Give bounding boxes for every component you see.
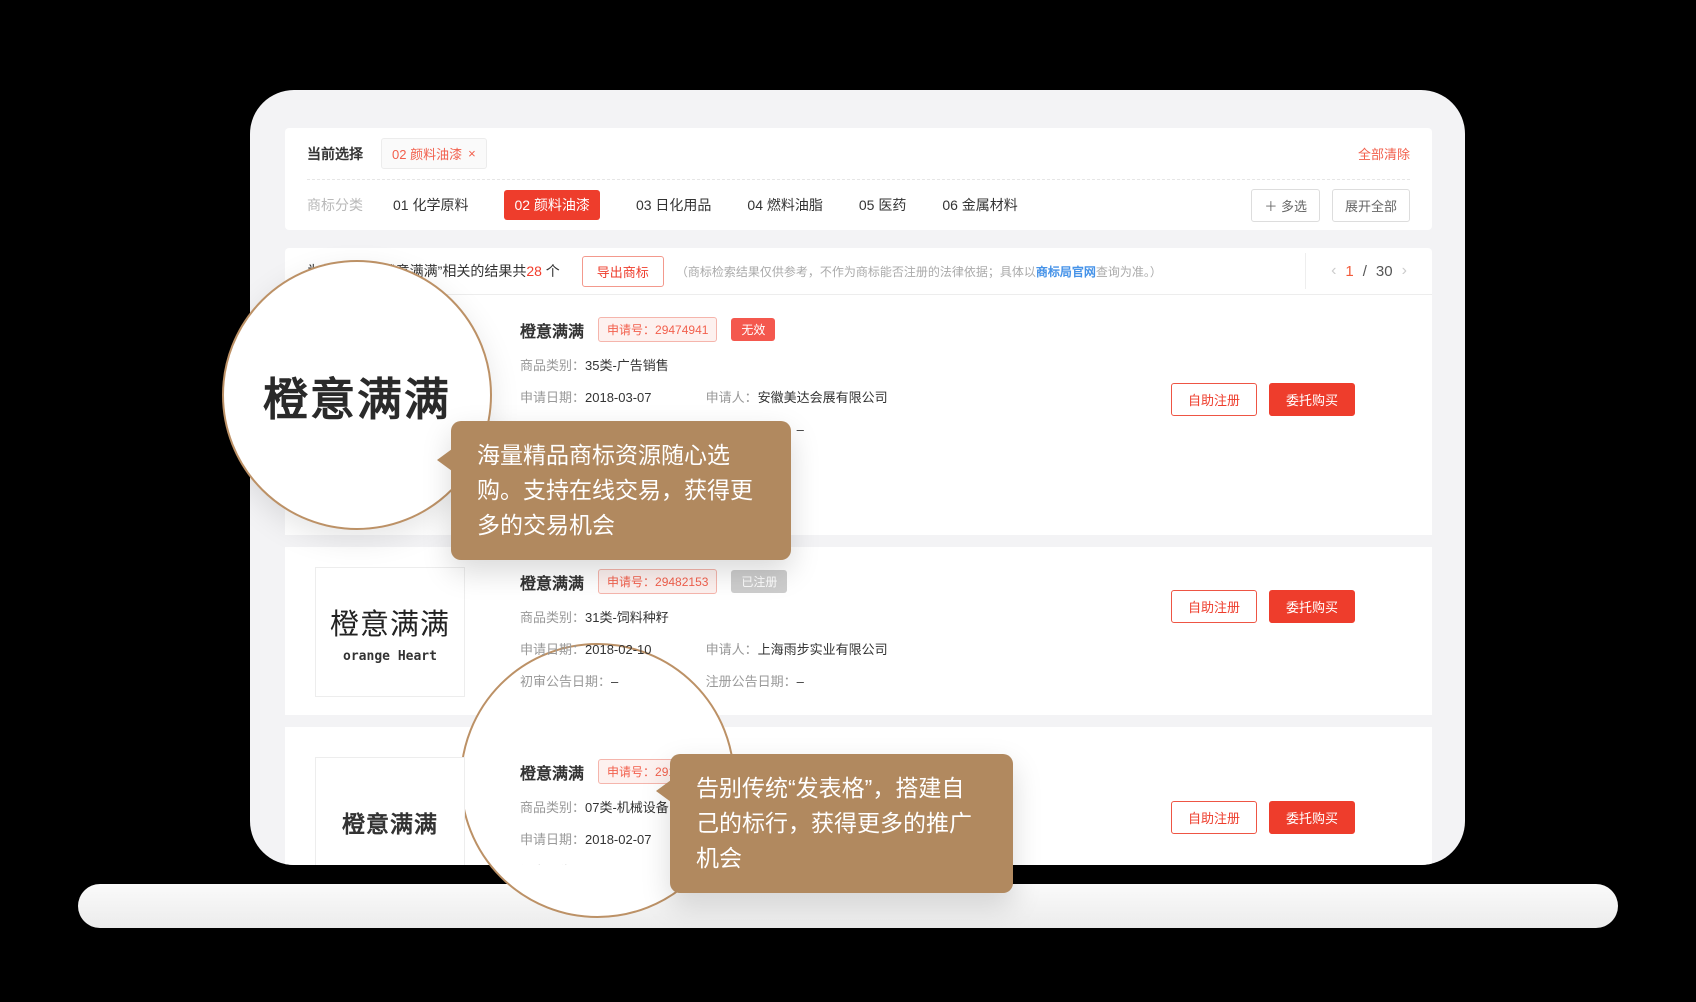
trademark-name: 橙意满满 xyxy=(520,570,584,594)
selected-filter-tag-label: 02 颜料油漆 xyxy=(392,144,462,163)
selected-filter-tag[interactable]: 02 颜料油漆 × xyxy=(381,138,487,169)
entrust-buy-button[interactable]: 委托购买 xyxy=(1269,801,1355,834)
app-no-label: 申请号： xyxy=(607,765,655,779)
entrust-buy-button[interactable]: 委托购买 xyxy=(1269,383,1355,416)
application-number-tag: 申请号：29482153 xyxy=(598,569,717,594)
expand-all-button[interactable]: 展开全部 xyxy=(1332,189,1410,222)
disclaimer-part1: （商标检索结果仅供参考，不作为商标能否注册的法律依据；具体以 xyxy=(676,265,1036,279)
application-number-tag: 申请号：29474941 xyxy=(598,317,717,342)
category-value: 35类-广告销售 xyxy=(585,358,669,373)
results-header: 为您检索到“橙意满满”相关的结果共28 个 导出商标 （商标检索结果仅供参考，不… xyxy=(285,248,1432,295)
entrust-buy-button[interactable]: 委托购买 xyxy=(1269,590,1355,623)
promo-tooltip-2: 告别传统“发表格”，搭建自己的标行，获得更多的推广机会 xyxy=(670,754,1013,893)
trademark-info: 橙意满满 申请号：29482153 已注册 商品类别：31类-饲料种籽 申请日期… xyxy=(520,567,888,715)
disclaimer-part2: 查询为准。） xyxy=(1096,265,1162,279)
trademark-office-link[interactable]: 商标局官网 xyxy=(1036,265,1096,279)
app-no-value: 29482153 xyxy=(655,575,708,589)
clear-all-button[interactable]: 全部清除 xyxy=(1358,144,1410,163)
category-item-03[interactable]: 03 日化用品 xyxy=(636,195,711,215)
first-announce-value: 2018-10-06 xyxy=(611,864,678,865)
current-selection-label: 当前选择 xyxy=(307,144,363,164)
category-item-06[interactable]: 06 金属材料 xyxy=(942,195,1017,215)
applicant-value: 上海雨步实业有限公司 xyxy=(758,642,888,657)
status-badge: 已注册 xyxy=(731,570,787,593)
tag-close-icon[interactable]: × xyxy=(468,146,476,161)
apply-date-value: 2018-03-07 xyxy=(585,390,652,405)
current-selection-row: 当前选择 02 颜料油漆 × 全部清除 xyxy=(285,128,1432,179)
category-label: 商品类别： xyxy=(520,610,585,625)
row-actions: 自助注册 委托购买 xyxy=(1171,801,1355,834)
apply-date-label: 申请日期： xyxy=(520,832,585,847)
app-no-value: 29474941 xyxy=(655,323,708,337)
self-register-button[interactable]: 自助注册 xyxy=(1171,383,1257,416)
category-value: 07类-机械设备 xyxy=(585,800,669,815)
applicant-value: 安徽美达会展有限公司 xyxy=(758,390,888,405)
first-announce-label: 初审公告日期： xyxy=(520,674,611,689)
apply-date-value: 2018-02-10 xyxy=(585,642,652,657)
category-value: 31类-饲料种籽 xyxy=(585,610,669,625)
applicant-label: 申请人： xyxy=(706,642,758,657)
magnified-trademark-text: 橙意满满 xyxy=(263,363,451,428)
category-item-02-selected[interactable]: 02 颜料油漆 xyxy=(504,190,599,220)
status-badge: 无效 xyxy=(731,318,775,341)
trademark-image: 橙意满满 orange Heart xyxy=(315,567,465,697)
prev-page-button[interactable]: ‹ xyxy=(1331,262,1336,280)
category-item-05[interactable]: 05 医药 xyxy=(859,195,906,215)
trademark-image-text: 橙意满满 xyxy=(342,805,438,839)
apply-date-label: 申请日期： xyxy=(520,390,585,405)
category-row: 商标分类 01 化学原料 02 颜料油漆 03 日化用品 04 燃料油脂 05 … xyxy=(285,180,1432,230)
filter-panel: 当前选择 02 颜料油漆 × 全部清除 商标分类 01 化学原料 02 颜料油漆… xyxy=(285,128,1432,230)
current-page: 1 xyxy=(1345,263,1353,280)
next-page-button[interactable]: › xyxy=(1402,262,1407,280)
apply-date-value: 2018-02-07 xyxy=(585,832,652,847)
promo-tooltip-1: 海量精品商标资源随心选购。支持在线交易，获得更多的交易机会 xyxy=(451,421,791,560)
trademark-name: 橙意满满 xyxy=(520,318,584,342)
page-separator: / xyxy=(1363,263,1367,280)
first-announce-label: 初审公告日期： xyxy=(520,864,611,865)
summary-suffix: 个 xyxy=(542,263,560,279)
category-label: 商品类别： xyxy=(520,358,585,373)
trademark-row: 橙意满满 orange Heart 橙意满满 申请号：29482153 已注册 … xyxy=(285,547,1432,715)
apply-date-label: 申请日期： xyxy=(520,642,585,657)
reg-announce-value: – xyxy=(797,422,804,437)
promo-canvas: 当前选择 02 颜料油漆 × 全部清除 商标分类 01 化学原料 02 颜料油漆… xyxy=(0,0,1696,1002)
multi-select-button[interactable]: ＋ 多选 xyxy=(1251,189,1320,222)
category-item-04[interactable]: 04 燃料油脂 xyxy=(747,195,822,215)
row-actions: 自助注册 委托购买 xyxy=(1171,590,1355,623)
trademark-image: 橙意满满 xyxy=(315,757,465,865)
pagination: ‹ 1 / 30 › xyxy=(1305,253,1432,289)
self-register-button[interactable]: 自助注册 xyxy=(1171,590,1257,623)
trademark-image-subtext: orange Heart xyxy=(343,649,437,664)
trademark-name: 橙意满满 xyxy=(520,760,584,784)
reg-announce-label: 注册公告日期： xyxy=(706,674,797,689)
app-no-label: 申请号： xyxy=(607,575,655,589)
disclaimer-text: （商标检索结果仅供参考，不作为商标能否注册的法律依据；具体以商标局官网查询为准。… xyxy=(676,263,1162,280)
reg-announce-value: – xyxy=(797,674,804,689)
row-actions: 自助注册 委托购买 xyxy=(1171,383,1355,416)
category-row-label: 商标分类 xyxy=(307,195,363,215)
app-no-label: 申请号： xyxy=(607,323,655,337)
first-announce-value: – xyxy=(611,674,618,689)
applicant-label: 申请人： xyxy=(706,390,758,405)
export-trademark-button[interactable]: 导出商标 xyxy=(582,256,664,287)
category-tools: ＋ 多选 展开全部 xyxy=(1251,189,1410,222)
self-register-button[interactable]: 自助注册 xyxy=(1171,801,1257,834)
category-label: 商品类别： xyxy=(520,800,585,815)
results-count: 28 xyxy=(526,263,542,279)
trademark-image-text: 橙意满满 xyxy=(330,601,450,643)
total-pages: 30 xyxy=(1376,263,1393,280)
category-item-01[interactable]: 01 化学原料 xyxy=(393,195,468,215)
